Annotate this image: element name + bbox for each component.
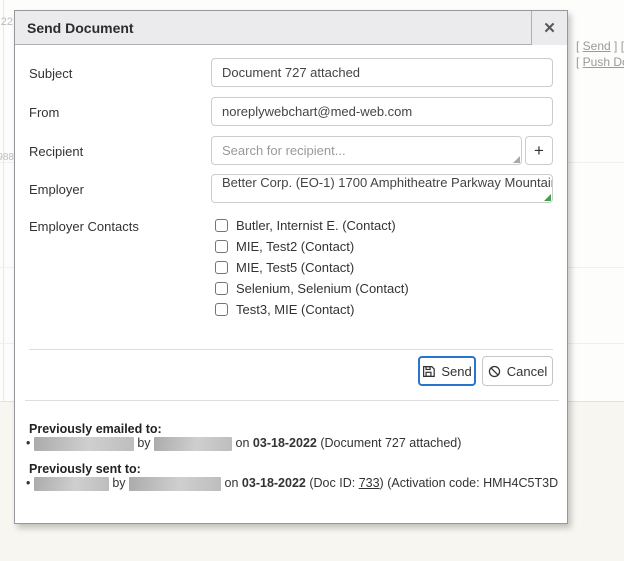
previously-emailed-heading: Previously emailed to:	[29, 422, 162, 436]
bullet: •	[26, 436, 30, 450]
bracket: [	[576, 39, 583, 53]
send-document-dialog: Send Document ✕ Subject From Recipient +…	[14, 10, 568, 524]
close-icon[interactable]: ✕	[531, 11, 567, 45]
contact-checkbox[interactable]	[215, 303, 228, 316]
bracket: ] [	[611, 39, 624, 53]
previously-sent-entry: • by on 03-18-2022 (Doc ID: 733) (Activa…	[26, 476, 559, 491]
background-push-doc-link[interactable]: Push Doc	[583, 55, 624, 69]
bullet: •	[26, 476, 30, 490]
emailed-date: 03-18-2022	[253, 436, 317, 450]
history-divider	[25, 400, 559, 401]
doc-id-prefix: (Doc ID:	[309, 476, 355, 490]
from-label: From	[29, 105, 59, 120]
sent-date: 03-18-2022	[242, 476, 306, 490]
from-input[interactable]	[211, 97, 553, 126]
background-send-links[interactable]: [ Send ] [ V	[576, 38, 624, 54]
employer-contacts-label: Employer Contacts	[29, 219, 139, 234]
redacted-recipient-name	[34, 437, 134, 451]
contact-checkbox[interactable]	[215, 261, 228, 274]
cancel-icon	[488, 365, 501, 378]
employer-field-group: Better Corp. (EO-1) 1700 Amphitheatre Pa…	[211, 174, 553, 203]
resize-handle-icon[interactable]	[513, 156, 520, 163]
employer-label: Employer	[29, 182, 84, 197]
background-table-border	[3, 0, 4, 402]
contact-row: MIE, Test2 (Contact)	[215, 239, 354, 254]
by-text: by	[112, 476, 125, 490]
contact-row: Butler, Internist E. (Contact)	[215, 218, 396, 233]
activation-code-text: (Activation code: HMH4C5T3DHUR)	[387, 476, 559, 490]
contact-row: Selenium, Selenium (Contact)	[215, 281, 409, 296]
contact-checkbox[interactable]	[215, 240, 228, 253]
background-send-link[interactable]: Send	[583, 39, 611, 53]
button-bar-divider	[29, 349, 553, 350]
recipient-field-group: +	[211, 136, 553, 165]
contact-label: MIE, Test2 (Contact)	[236, 239, 354, 254]
by-text: by	[137, 436, 150, 450]
recipient-label: Recipient	[29, 144, 83, 159]
contact-row: MIE, Test5 (Contact)	[215, 260, 354, 275]
contact-label: Butler, Internist E. (Contact)	[236, 218, 396, 233]
previously-sent-heading: Previously sent to:	[29, 462, 141, 476]
background-text-fragment: 988	[0, 152, 14, 163]
subject-input[interactable]	[211, 58, 553, 87]
emailed-detail: (Document 727 attached)	[320, 436, 461, 450]
subject-label: Subject	[29, 66, 72, 81]
contact-checkbox[interactable]	[215, 282, 228, 295]
redacted-recipient-name	[34, 477, 109, 491]
doc-id-suffix: )	[380, 476, 384, 490]
redacted-sender-name	[154, 437, 232, 451]
cancel-button-label: Cancel	[507, 364, 547, 379]
contact-label: Test3, MIE (Contact)	[236, 302, 354, 317]
employer-input[interactable]: Better Corp. (EO-1) 1700 Amphitheatre Pa…	[211, 174, 553, 203]
dialog-header: Send Document ✕	[15, 11, 567, 45]
redacted-sender-name	[129, 477, 221, 491]
contact-label: Selenium, Selenium (Contact)	[236, 281, 409, 296]
contact-checkbox[interactable]	[215, 219, 228, 232]
recipient-search-input[interactable]	[211, 136, 522, 165]
send-button-label: Send	[441, 364, 471, 379]
contact-row: Test3, MIE (Contact)	[215, 302, 354, 317]
dialog-title: Send Document	[15, 20, 531, 36]
background-pushdoc-link[interactable]: [ Push Doc	[576, 54, 624, 70]
contact-label: MIE, Test5 (Contact)	[236, 260, 354, 275]
on-text: on	[225, 476, 239, 490]
doc-id-link[interactable]: 733	[359, 476, 380, 490]
send-button[interactable]: Send	[418, 356, 476, 386]
add-recipient-button[interactable]: +	[525, 136, 553, 165]
previously-emailed-entry: • by on 03-18-2022 (Document 727 attache…	[26, 436, 559, 451]
resize-handle-icon[interactable]	[544, 194, 551, 201]
background-text-fragment: 22	[0, 16, 13, 28]
save-icon	[422, 365, 435, 378]
cancel-button[interactable]: Cancel	[482, 356, 553, 386]
on-text: on	[236, 436, 250, 450]
bracket: [	[576, 55, 583, 69]
